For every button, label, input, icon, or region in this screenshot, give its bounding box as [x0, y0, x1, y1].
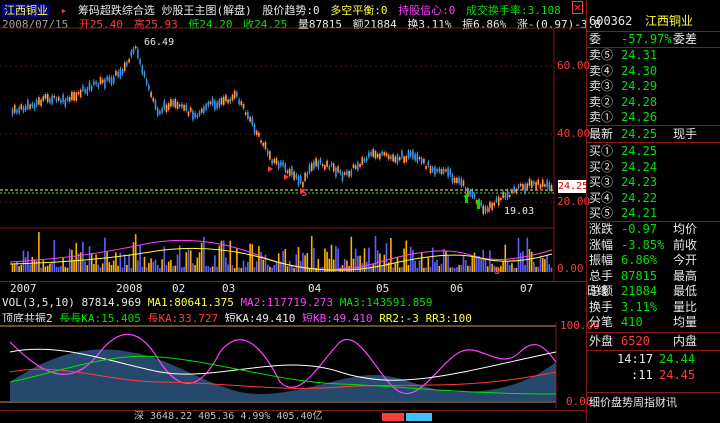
- vol-ma1: MA1:80641.375: [147, 296, 234, 309]
- stock-code: 600362: [589, 14, 633, 28]
- outer-inner-row: 外盘 6520 内盘: [589, 334, 698, 348]
- vol-ma3: MA3:143591.859: [339, 296, 433, 309]
- indicator-chart[interactable]: [0, 322, 586, 408]
- trough-label: 19.03: [504, 206, 535, 217]
- x-axis: 2007 2008 02 03 04 05 06 07 日线: [0, 281, 608, 297]
- sell-order-row[interactable]: 卖④ 24.30: [587, 64, 720, 79]
- committee-row: 委 -57.97% 委差: [589, 32, 698, 46]
- buy-order-row[interactable]: 买④ 24.22: [587, 191, 720, 206]
- x-tick: 2007: [10, 282, 37, 295]
- buy-order-row[interactable]: 买② 24.24: [587, 160, 720, 175]
- buy-order-row[interactable]: 买① 24.25: [587, 144, 720, 159]
- market-strip[interactable]: 深 3648.22 405.36 4.99% 405.40亿: [0, 410, 586, 423]
- stat-row[interactable]: 涨跌 -0.97 均价: [587, 222, 720, 237]
- sell-order-row[interactable]: 卖③ 24.29: [587, 79, 720, 94]
- stat-row[interactable]: 换手 3.11% 量比: [587, 300, 720, 315]
- x-tick: 03: [222, 282, 236, 295]
- peak-label: 66.49: [144, 37, 175, 48]
- vol-value: 87814.969: [81, 296, 142, 309]
- sell-order-row[interactable]: 卖① 24.26: [587, 110, 720, 125]
- buy-order-row[interactable]: 买⑤ 24.21: [587, 206, 720, 221]
- sell-order-row[interactable]: 卖⑤ 24.31: [587, 48, 720, 63]
- stat-row[interactable]: 涨幅 -3.85% 前收: [587, 238, 720, 253]
- stock-name-panel: 江西铜业: [645, 14, 694, 28]
- last-price-tag: 24.25: [558, 180, 589, 193]
- x-tick: 07: [520, 282, 534, 295]
- panel-tabs[interactable]: 细价盘势周指财讯: [587, 395, 720, 410]
- s-marker: S: [494, 266, 501, 277]
- sell-order-row[interactable]: 卖② 24.28: [587, 95, 720, 110]
- market-bar-up: [382, 413, 404, 421]
- market-strip-text: 深 3648.22 405.36 4.99% 405.40亿: [134, 411, 323, 422]
- x-tick: 2008: [116, 282, 143, 295]
- stat-row[interactable]: 总额 21884 最低: [587, 284, 720, 299]
- buy-order-row[interactable]: 买③ 24.23: [587, 175, 720, 190]
- x-tick: 02: [172, 282, 186, 295]
- latest-row: 最新 24.25 现手: [589, 127, 698, 141]
- vol-label: VOL(3,5,10): [2, 296, 75, 309]
- quote-panel: 600362 江西铜业 委 -57.97% 委差 卖⑤ 24.31 卖④ 24.30 卖…: [586, 0, 720, 422]
- stat-row[interactable]: 振幅 6.86% 今开: [587, 253, 720, 268]
- stat-row[interactable]: 分笔 410 均量: [587, 315, 720, 330]
- x-tick: 06: [450, 282, 464, 295]
- vol-ma2: MA2:117719.273: [240, 296, 334, 309]
- quote-title: 600362 江西铜业: [587, 14, 720, 29]
- vol-y-tick-0: 0.00: [557, 262, 584, 275]
- market-bar-down: [406, 413, 432, 421]
- tick-row: :11 24.45: [631, 368, 696, 382]
- x-tick: 05: [376, 282, 390, 295]
- vol-legend: VOL(3,5,10) 87814.969 MA1:80641.375 MA2:…: [2, 296, 433, 309]
- price-chart[interactable]: [0, 0, 586, 296]
- stat-row[interactable]: 总手 87815 最高: [587, 269, 720, 284]
- tick-row: 14:17 24.44: [617, 352, 696, 366]
- x-tick: 04: [308, 282, 322, 295]
- s-marker: S: [301, 188, 308, 199]
